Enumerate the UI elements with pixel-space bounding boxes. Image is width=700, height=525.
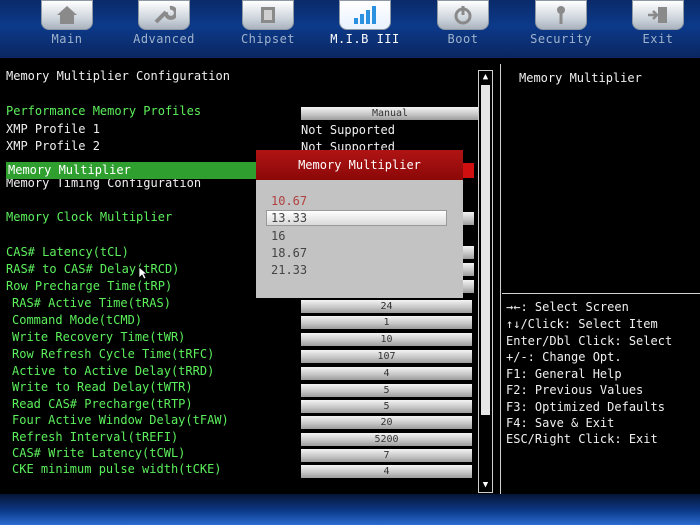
value-refresh-interval[interactable]: 5200 — [301, 433, 472, 446]
item-four-active-window-delay[interactable]: Four Active Window Delay(tFAW) — [12, 412, 229, 428]
popup-option[interactable]: 21.33 — [271, 263, 307, 277]
perf-profiles-label[interactable]: Performance Memory Profiles — [6, 103, 201, 119]
help-line: ↑↓/Click: Select Item — [506, 317, 658, 331]
value-write-to-read-delay[interactable]: 5 — [301, 384, 472, 397]
value-cke-minimum-pulse-width[interactable]: 4 — [301, 465, 472, 478]
scroll-down-icon[interactable]: ▼ — [480, 480, 491, 491]
exit-icon — [632, 0, 684, 30]
chip-icon — [242, 0, 294, 30]
scrollbar[interactable]: ▲ ▼ — [478, 70, 493, 493]
value-write-recovery-time[interactable]: 10 — [301, 333, 472, 346]
help-line: Enter/Dbl Click: Select — [506, 334, 673, 348]
help-line: F4: Save & Exit — [506, 416, 615, 430]
item-ras-to-cas-delay[interactable]: RAS# to CAS# Delay(tRCD) — [6, 261, 179, 277]
item-memory-multiplier: Memory Multiplier — [8, 163, 131, 177]
help-line: F3: Optimized Defaults — [506, 400, 665, 414]
value-command-mode[interactable]: 1 — [301, 316, 472, 329]
tab-chipset[interactable]: Chipset — [233, 0, 303, 52]
popup-title: Memory Multiplier — [256, 150, 463, 180]
item-row-refresh-cycle-time[interactable]: Row Refresh Cycle Time(tRFC) — [12, 346, 214, 362]
popup-option[interactable]: 10.67 — [271, 194, 307, 208]
item-refresh-interval[interactable]: Refresh Interval(tREFI) — [12, 429, 178, 445]
tab-advanced[interactable]: Advanced — [129, 0, 199, 52]
value-ras-active-time[interactable]: 24 — [301, 300, 472, 313]
item-write-recovery-time[interactable]: Write Recovery Time(tWR) — [12, 329, 185, 345]
key-icon — [535, 0, 587, 30]
item-cke-minimum-pulse-width[interactable]: CKE minimum pulse width(tCKE) — [12, 461, 222, 477]
value-cas-write-latency[interactable]: 7 — [301, 449, 472, 462]
item-read-cas-precharge[interactable]: Read CAS# Precharge(tRTP) — [12, 396, 193, 412]
tab-main[interactable]: Main — [32, 0, 102, 52]
tab-label: Exit — [642, 32, 674, 46]
help-line: F2: Previous Values — [506, 383, 644, 397]
help-line: F1: General Help — [506, 367, 622, 381]
xmp-profile-1-label: XMP Profile 1 — [6, 122, 100, 136]
top-tab-bar: Main Advanced Chipset M.I.B III Boot Sec… — [0, 0, 700, 58]
home-icon — [41, 0, 93, 30]
tab-security[interactable]: Security — [526, 0, 596, 52]
tab-label: Security — [530, 32, 592, 46]
power-icon — [437, 0, 489, 30]
tab-mib-iii[interactable]: M.I.B III — [330, 0, 400, 52]
popup-option[interactable]: 16 — [271, 229, 285, 243]
tab-exit[interactable]: Exit — [623, 0, 693, 52]
chart-icon — [339, 0, 391, 30]
tab-label: M.I.B III — [330, 32, 400, 46]
scrollbar-thumb[interactable] — [481, 85, 490, 415]
tab-label: Chipset — [240, 32, 296, 46]
tab-label: Boot — [447, 32, 479, 46]
scroll-up-icon[interactable]: ▲ — [480, 72, 491, 83]
tab-label: Main — [51, 32, 83, 46]
value-row-refresh-cycle-time[interactable]: 107 — [301, 350, 472, 363]
help-title: Memory Multiplier — [519, 71, 642, 85]
item-command-mode[interactable]: Command Mode(tCMD) — [12, 312, 142, 328]
tab-label: Advanced — [133, 32, 195, 46]
perf-profiles-value[interactable]: Manual — [301, 107, 479, 120]
popup-option-selected[interactable]: 13.33 — [271, 211, 307, 225]
tab-boot[interactable]: Boot — [428, 0, 498, 52]
xmp-profile-2-label: XMP Profile 2 — [6, 139, 100, 153]
help-line: →←: Select Screen — [506, 300, 629, 314]
item-ras-active-time[interactable]: RAS# Active Time(tRAS) — [12, 295, 171, 311]
popup-option[interactable]: 18.67 — [271, 246, 307, 260]
item-memory-clock-multiplier[interactable]: Memory Clock Multiplier — [6, 209, 172, 225]
page-title: Memory Multiplier Configuration — [6, 69, 230, 83]
item-cas-latency[interactable]: CAS# Latency(tCL) — [6, 244, 129, 260]
memory-multiplier-popup: Memory Multiplier 10.67 13.33 16 18.67 2… — [256, 150, 463, 298]
value-active-to-active-delay[interactable]: 4 — [301, 367, 472, 380]
wrench-icon — [138, 0, 190, 30]
help-line: +/-: Change Opt. — [506, 350, 622, 364]
value-four-active-window-delay[interactable]: 20 — [301, 416, 472, 429]
help-line: ESC/Right Click: Exit — [506, 432, 658, 446]
xmp-profile-1-value: Not Supported — [301, 123, 395, 137]
memory-multiplier-value[interactable] — [462, 163, 474, 178]
item-write-to-read-delay[interactable]: Write to Read Delay(tWTR) — [12, 379, 193, 395]
item-active-to-active-delay[interactable]: Active to Active Delay(tRRD) — [12, 363, 214, 379]
help-divider — [502, 293, 700, 294]
mouse-cursor-icon — [138, 266, 149, 283]
selected-item-highlight[interactable]: Memory Multiplier — [6, 162, 258, 179]
item-cas-write-latency[interactable]: CAS# Write Latency(tCWL) — [12, 445, 185, 461]
value-read-cas-precharge[interactable]: 5 — [301, 400, 472, 413]
bottom-decorative-bar — [0, 494, 700, 525]
